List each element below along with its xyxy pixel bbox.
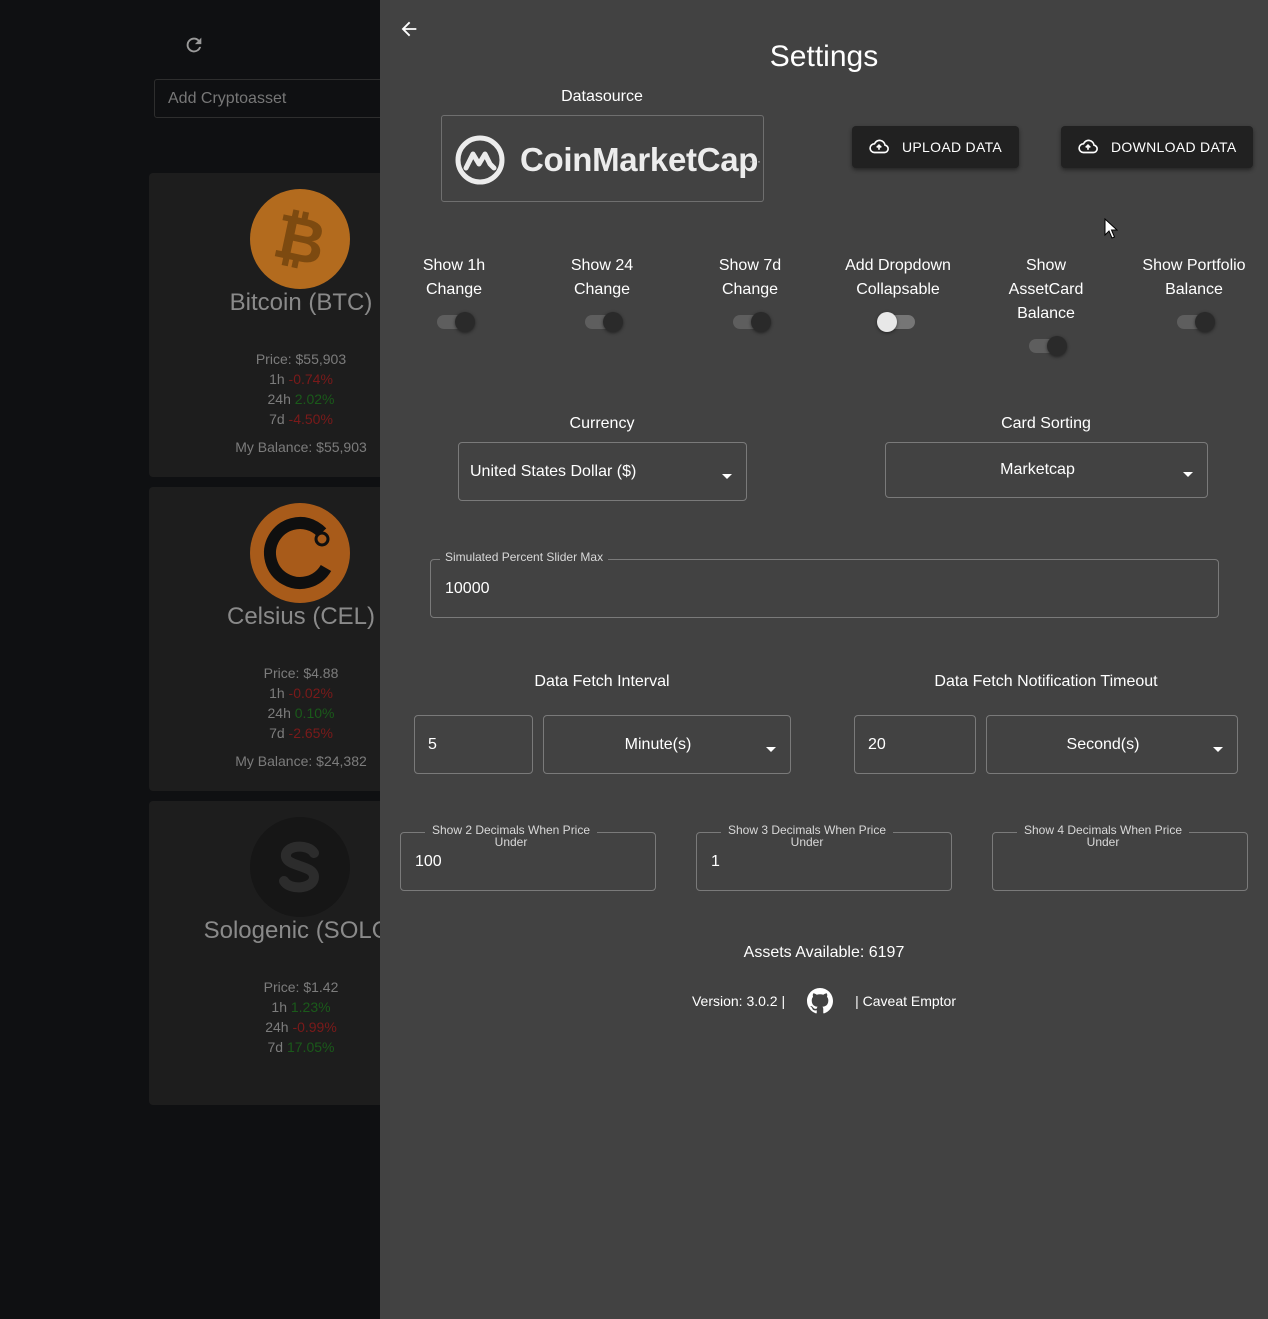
datasource-label: Datasource	[561, 88, 643, 105]
page-title: Settings	[769, 40, 879, 73]
download-data-label: DOWNLOAD DATA	[1111, 139, 1237, 155]
settings-drawer: Settings Datasource CoinMarketCap ··· UP…	[380, 0, 1268, 1319]
currency-select[interactable]: United States Dollar ($)	[458, 442, 747, 501]
fetch-interval-unit-select[interactable]: Minute(s)	[543, 715, 791, 774]
three-decimals-value: 1	[711, 853, 720, 870]
slider-max-value: 10000	[445, 580, 490, 597]
chevron-down-icon	[722, 473, 732, 479]
change-1h-label: 1h	[271, 999, 287, 1015]
cloud-download-icon	[1078, 139, 1098, 154]
show-7d-change-switch[interactable]	[733, 312, 771, 332]
sologenic-icon	[250, 817, 350, 917]
add-dropdown-collapsable-switch[interactable]	[877, 312, 915, 332]
data-fetch-interval-label: Data Fetch Interval	[534, 673, 670, 690]
two-decimals-label: Show 2 Decimals When Price Under	[425, 824, 597, 848]
chevron-down-icon	[1183, 472, 1193, 477]
add-cryptoasset-input[interactable]: Add Cryptoasset	[154, 79, 394, 118]
upload-data-button[interactable]: UPLOAD DATA	[852, 126, 1019, 168]
coinmarketcap-logo-icon	[454, 134, 506, 186]
chevron-down-icon	[1213, 746, 1223, 752]
change-24h-value: 2.02%	[294, 391, 335, 407]
toggle-add-dropdown-collapsable: Add Dropdown Collapsable	[828, 254, 968, 302]
more-icon: ···	[749, 154, 761, 168]
change-24h-label: 24h	[267, 391, 291, 407]
change-1h-value: -0.02%	[288, 685, 333, 701]
change-1h-value: -0.74%	[288, 371, 333, 387]
toggle-show-assetcard-balance: Show AssetCard Balance	[976, 254, 1116, 326]
toggle-label: Show 24 Change	[570, 257, 634, 298]
change-1h-label: 1h	[269, 685, 285, 701]
datasource-name: CoinMarketCap	[520, 141, 759, 178]
toggle-label: Show AssetCard Balance	[1008, 257, 1084, 322]
currency-label: Currency	[569, 415, 635, 432]
toggle-show-7d-change: Show 7d Change	[680, 254, 820, 302]
change-24h-value: 0.10%	[294, 705, 335, 721]
asset-card[interactable]: Celsius (CEL) Price: $4.88 1h -0.02% 24h…	[149, 487, 389, 791]
asset-card[interactable]: ₿ Bitcoin (BTC) Price: $55,903 1h -0.74%…	[149, 173, 389, 477]
currency-value: United States Dollar ($)	[470, 462, 637, 480]
toggle-show-24-change: Show 24 Change	[532, 254, 672, 302]
show-assetcard-balance-switch[interactable]	[1029, 336, 1067, 356]
change-7d-label: 7d	[269, 725, 285, 741]
fetch-interval-input[interactable]: 5	[414, 715, 533, 774]
slider-max-field[interactable]: Simulated Percent Slider Max 10000	[430, 551, 1219, 618]
footer: Version: 3.0.2 | | Caveat Emptor	[380, 988, 1268, 1014]
bitcoin-icon: ₿	[250, 189, 350, 289]
download-data-button[interactable]: DOWNLOAD DATA	[1061, 126, 1253, 168]
three-decimals-label: Show 3 Decimals When Price Under	[721, 824, 893, 848]
change-24h-label: 24h	[267, 705, 291, 721]
show-1h-change-switch[interactable]	[437, 312, 475, 332]
card-sorting-label: Card Sorting	[1001, 415, 1091, 432]
card-sorting-select[interactable]: Marketcap	[885, 442, 1208, 498]
refresh-icon[interactable]	[183, 34, 205, 56]
asset-card[interactable]: Sologenic (SOLO) Price: $1.42 1h 1.23% 2…	[149, 801, 398, 1105]
toggle-label: Add Dropdown Collapsable	[845, 257, 951, 298]
change-7d-value: -4.50%	[288, 411, 333, 427]
four-decimals-field[interactable]: Show 4 Decimals When Price Under	[992, 824, 1248, 891]
chevron-down-icon	[766, 746, 776, 752]
change-24h-label: 24h	[265, 1019, 289, 1035]
datasource-select[interactable]: CoinMarketCap ···	[441, 115, 764, 202]
show-24-change-switch[interactable]	[585, 312, 623, 332]
card-sorting-value: Marketcap	[1000, 461, 1075, 478]
toggle-label: Show Portfolio Balance	[1142, 257, 1246, 298]
change-7d-label: 7d	[269, 411, 285, 427]
change-24h-value: -0.99%	[292, 1019, 337, 1035]
toggle-label: Show 7d Change	[718, 257, 782, 298]
celsius-icon	[250, 503, 350, 603]
notification-timeout-label: Data Fetch Notification Timeout	[934, 673, 1158, 690]
cloud-upload-icon	[869, 139, 889, 154]
toggle-show-portfolio-balance: Show Portfolio Balance	[1124, 254, 1264, 302]
two-decimals-field[interactable]: Show 2 Decimals When Price Under 100	[400, 824, 656, 891]
four-decimals-label: Show 4 Decimals When Price Under	[1017, 824, 1189, 848]
toggle-show-1h-change: Show 1h Change	[384, 254, 524, 302]
slider-max-label: Simulated Percent Slider Max	[440, 551, 609, 563]
change-7d-value: -2.65%	[288, 725, 333, 741]
two-decimals-value: 100	[415, 853, 442, 870]
version-text: Version: 3.0.2 |	[691, 993, 786, 1009]
github-icon[interactable]	[807, 988, 834, 1014]
upload-data-label: UPLOAD DATA	[902, 139, 1003, 155]
change-7d-value: 17.05%	[286, 1039, 335, 1055]
change-7d-label: 7d	[267, 1039, 284, 1055]
notification-timeout-input[interactable]: 20	[854, 715, 976, 774]
assets-available: Assets Available: 6197	[743, 944, 905, 961]
caveat-text: | Caveat Emptor	[855, 993, 957, 1009]
change-1h-value: 1.23%	[290, 999, 331, 1015]
svg-text:₿: ₿	[268, 199, 333, 281]
three-decimals-field[interactable]: Show 3 Decimals When Price Under 1	[696, 824, 952, 891]
change-1h-label: 1h	[269, 371, 285, 387]
fetch-interval-unit: Minute(s)	[624, 735, 692, 753]
show-portfolio-balance-switch[interactable]	[1177, 312, 1215, 332]
notification-timeout-unit: Second(s)	[1066, 735, 1140, 753]
notification-timeout-unit-select[interactable]: Second(s)	[986, 715, 1238, 774]
toggle-label: Show 1h Change	[422, 257, 486, 298]
mouse-cursor-icon	[1104, 217, 1119, 240]
back-arrow-icon[interactable]	[398, 18, 420, 40]
